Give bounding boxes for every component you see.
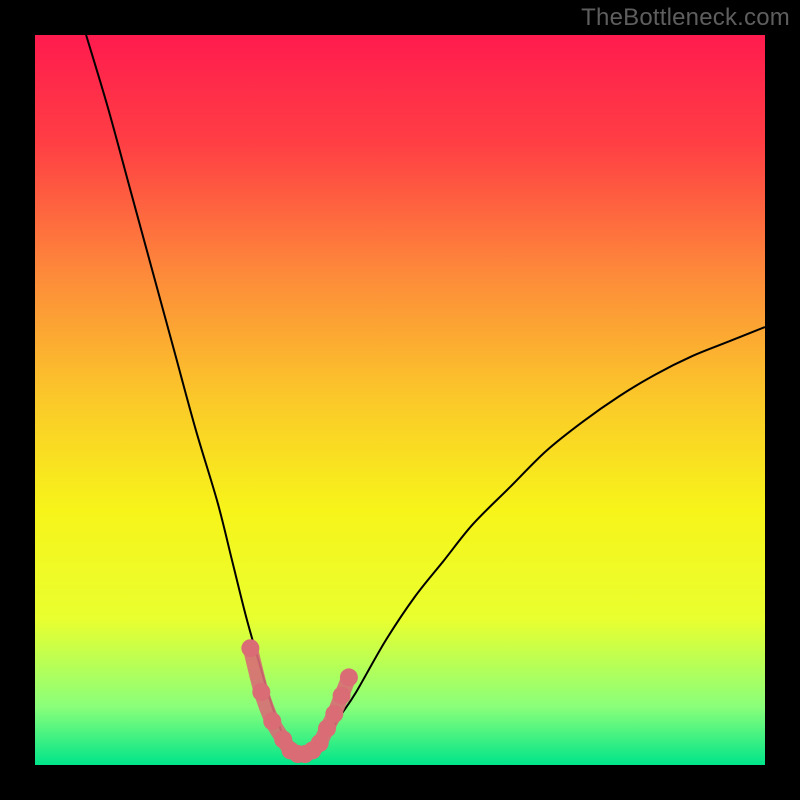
- gradient-background: [35, 35, 765, 765]
- chart-svg: [35, 35, 765, 765]
- plot-area: [35, 35, 765, 765]
- highlight-dot: [241, 639, 259, 657]
- chart-frame: TheBottleneck.com: [0, 0, 800, 800]
- highlight-dot: [325, 705, 343, 723]
- highlight-dot: [252, 683, 270, 701]
- highlight-dot: [263, 712, 281, 730]
- highlight-dot: [340, 668, 358, 686]
- watermark-text: TheBottleneck.com: [581, 4, 790, 32]
- highlight-dot: [333, 687, 351, 705]
